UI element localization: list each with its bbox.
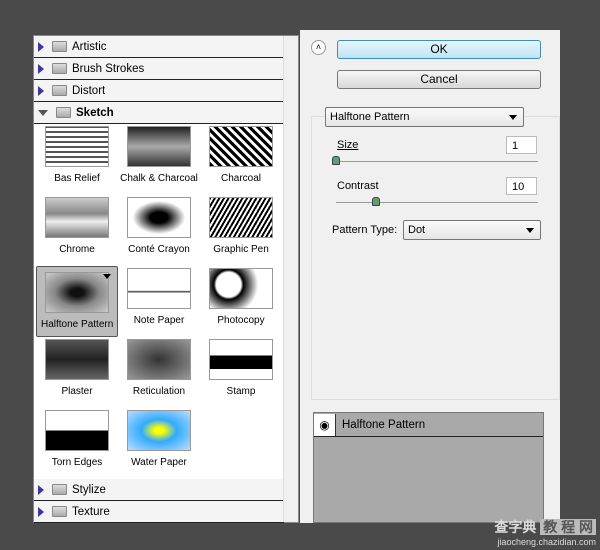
filter-label: Note Paper: [133, 315, 185, 326]
filter-preview-image: [209, 268, 273, 309]
filter-thumb[interactable]: Bas Relief: [36, 124, 118, 195]
collapsed-arrow-icon[interactable]: [38, 506, 44, 517]
folder-icon: [52, 484, 67, 495]
filter-preview-image: [127, 339, 191, 380]
collapsed-arrow-icon[interactable]: [38, 484, 44, 495]
category-distort[interactable]: Distort: [34, 80, 284, 102]
category-label: Texture: [72, 505, 110, 518]
filter-thumb[interactable]: Photocopy: [200, 266, 282, 337]
folder-icon: [52, 506, 67, 517]
folder-icon: [52, 63, 67, 74]
size-input[interactable]: 1: [506, 136, 537, 154]
category-sketch[interactable]: Sketch: [34, 102, 284, 124]
filter-label: Plaster: [61, 386, 93, 397]
category-label: Brush Strokes: [72, 62, 145, 75]
filter-thumb[interactable]: Reticulation: [118, 337, 200, 408]
filter-label: Photocopy: [217, 315, 265, 326]
pattern-type-label: Pattern Type:: [332, 224, 398, 236]
filter-preview-image: [45, 126, 109, 167]
filter-preview-image: [127, 197, 191, 238]
filter-label: Reticulation: [132, 386, 186, 397]
filter-label: Chalk & Charcoal: [120, 173, 198, 184]
filter-thumb[interactable]: Torn Edges: [36, 408, 118, 479]
settings-group: [311, 116, 560, 400]
category-texture[interactable]: Texture: [34, 501, 284, 523]
filter-thumb[interactable]: Conté Crayon: [118, 195, 200, 266]
category-label: Distort: [72, 84, 106, 97]
cancel-button[interactable]: Cancel: [337, 70, 541, 89]
eye-icon[interactable]: ◉: [314, 413, 336, 436]
filter-thumb[interactable]: Chalk & Charcoal: [118, 124, 200, 195]
filter-thumb[interactable]: Stamp: [200, 337, 282, 408]
collapsed-arrow-icon[interactable]: [38, 85, 44, 96]
category-brush-strokes[interactable]: Brush Strokes: [34, 58, 284, 80]
filter-thumb[interactable]: Note Paper: [118, 266, 200, 337]
size-label: Size: [337, 139, 359, 151]
scrollbar[interactable]: [283, 36, 298, 522]
contrast-label: Contrast: [337, 180, 379, 192]
filter-label: Bas Relief: [54, 173, 100, 184]
collapsed-arrow-icon[interactable]: [38, 41, 44, 52]
category-artistic[interactable]: Artistic: [34, 36, 284, 58]
size-slider-thumb[interactable]: [332, 156, 340, 165]
filter-label: Water Paper: [131, 457, 187, 468]
filter-label: Charcoal: [220, 173, 262, 184]
folder-icon: [52, 41, 67, 52]
filter-thumb[interactable]: Charcoal: [200, 124, 282, 195]
filter-preview-image: [209, 197, 273, 238]
filter-preview-image: [209, 339, 273, 380]
settings-panel: ˄ OK Cancel Halftone Pattern Size 1 Cont…: [300, 30, 560, 523]
filter-preview-image: [209, 126, 273, 167]
category-stylize[interactable]: Stylize: [34, 479, 284, 501]
filter-preview-image: [45, 197, 109, 238]
filter-thumb[interactable]: Plaster: [36, 337, 118, 408]
filter-label: Chrome: [59, 244, 95, 255]
pattern-type-select[interactable]: Dot: [403, 220, 541, 240]
expanded-arrow-icon[interactable]: [38, 109, 48, 116]
filter-label: Stamp: [226, 386, 256, 397]
filter-preview-image: [45, 410, 109, 451]
filter-preview-image: [45, 272, 109, 313]
collapsed-arrow-icon[interactable]: [38, 63, 44, 74]
filter-label: Torn Edges: [51, 457, 103, 468]
ok-button[interactable]: OK: [337, 40, 541, 59]
filter-preview-image: [127, 410, 191, 451]
filter-preview-image: [127, 126, 191, 167]
filter-preview-image: [45, 339, 109, 380]
category-label: Stylize: [72, 483, 106, 496]
filter-thumb[interactable]: Water Paper: [118, 408, 200, 479]
layer-label: Halftone Pattern: [342, 418, 426, 431]
filter-gallery-list: Artistic Brush Strokes Distort Sketch Bas R…: [33, 35, 299, 523]
filter-thumb[interactable]: Graphic Pen: [200, 195, 282, 266]
filter-thumb[interactable]: Halftone Pattern: [36, 266, 118, 337]
contrast-input[interactable]: 10: [506, 177, 537, 195]
collapse-button[interactable]: ˄: [311, 40, 326, 55]
size-slider-track[interactable]: [336, 161, 538, 162]
folder-icon: [52, 85, 67, 96]
layer-row[interactable]: ◉ Halftone Pattern: [314, 413, 543, 437]
filter-thumb[interactable]: Chrome: [36, 195, 118, 266]
folder-icon: [56, 107, 71, 118]
contrast-slider-thumb[interactable]: [372, 197, 381, 206]
watermark: 查字典 教 程 网 jiaocheng.chazidian.com: [494, 519, 596, 547]
filter-preview-image: [127, 268, 191, 309]
filter-select[interactable]: Halftone Pattern: [325, 107, 524, 127]
category-label: Artistic: [72, 40, 107, 53]
category-label: Sketch: [76, 106, 114, 119]
filter-label: Conté Crayon: [128, 244, 190, 255]
layers-panel: ◉ Halftone Pattern: [313, 412, 544, 523]
filter-label: Halftone Pattern: [41, 319, 114, 330]
contrast-slider-track[interactable]: [336, 202, 538, 203]
filter-label: Graphic Pen: [213, 244, 269, 255]
